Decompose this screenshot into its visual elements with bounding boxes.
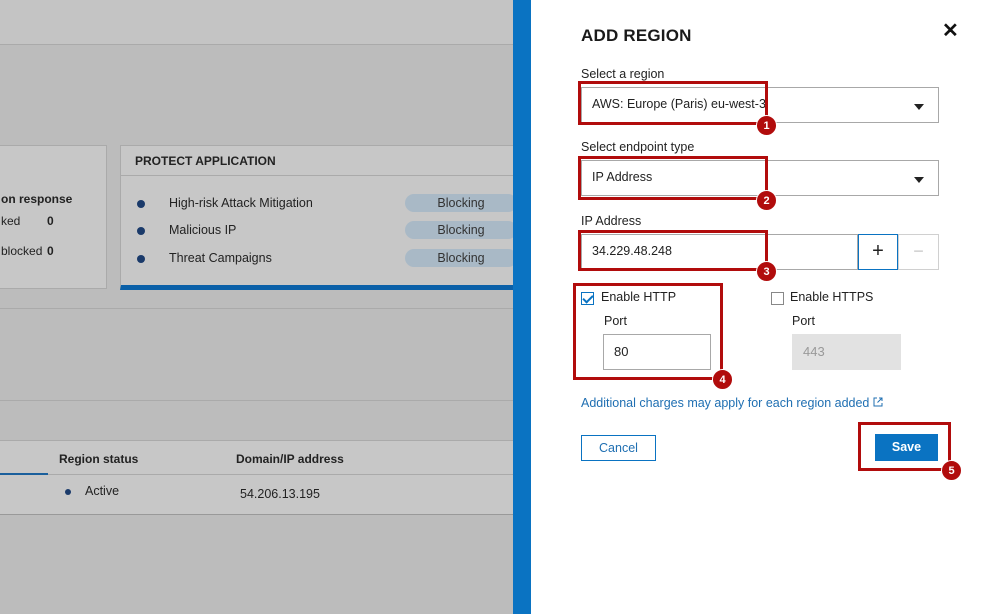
callout-number: 3 [756, 261, 777, 282]
callout-box-endpoint [578, 156, 768, 200]
callout-box-region [578, 81, 768, 125]
remove-ip-button[interactable]: − [898, 234, 939, 270]
divider [48, 474, 516, 475]
mitigation-response-card: on response ked 0 blocked 0 [0, 145, 107, 289]
panel-edge-strip [513, 0, 531, 614]
charges-link-text: Additional charges may apply for each re… [581, 396, 870, 410]
enable-https-checkbox[interactable] [771, 292, 784, 305]
protect-row: High-risk Attack Mitigation Blocking [137, 194, 516, 214]
enable-https-label: Enable HTTPS [790, 290, 874, 304]
callout-box-http [573, 283, 723, 380]
additional-charges-link[interactable]: Additional charges may apply for each re… [581, 396, 883, 410]
card-title: PROTECT APPLICATION [121, 146, 516, 176]
chevron-down-icon [914, 177, 924, 183]
callout-number: 5 [941, 460, 962, 481]
endpoint-type-label: Select endpoint type [581, 140, 695, 154]
status-badge: Blocking [405, 249, 516, 267]
divider [0, 308, 516, 309]
ip-address-label: IP Address [581, 214, 642, 228]
background-header [0, 0, 516, 45]
close-icon[interactable]: ✕ [942, 20, 959, 42]
row-label: blocked [1, 244, 43, 258]
external-link-icon [873, 397, 883, 407]
https-port-value: 443 [803, 344, 825, 359]
divider [0, 400, 516, 401]
add-ip-button[interactable]: + [858, 234, 898, 270]
domain-ip: 54.206.13.195 [240, 487, 320, 501]
row-label: ked [1, 214, 21, 228]
active-tab-indicator [0, 473, 48, 475]
bullet-icon [137, 227, 145, 235]
protect-row-label: Malicious IP [169, 223, 237, 237]
panel-title: ADD REGION [581, 26, 692, 45]
status-dot-icon [65, 489, 71, 495]
bullet-icon [137, 200, 145, 208]
callout-box-save [858, 422, 951, 471]
callout-number: 2 [756, 190, 777, 211]
status-badge: Blocking [405, 221, 516, 239]
row-value: 0 [47, 214, 54, 228]
regions-table: Region status Domain/IP address Active 5… [0, 440, 516, 515]
https-port-input[interactable]: 443 [792, 334, 901, 370]
card-heading: on response [1, 192, 73, 206]
protect-row-label: High-risk Attack Mitigation [169, 196, 313, 210]
callout-number: 4 [712, 369, 733, 390]
protect-application-card: PROTECT APPLICATION High-risk Attack Mit… [120, 145, 516, 290]
column-header: Domain/IP address [236, 452, 344, 466]
protect-row: Threat Campaigns Blocking [137, 249, 516, 269]
callout-box-ip [578, 230, 768, 271]
chevron-down-icon [914, 104, 924, 110]
callout-number: 1 [756, 115, 777, 136]
protect-row: Malicious IP Blocking [137, 221, 516, 241]
row-value: 0 [47, 244, 54, 258]
protect-row-label: Threat Campaigns [169, 251, 272, 265]
region-label: Select a region [581, 67, 665, 81]
bullet-icon [137, 255, 145, 263]
region-status: Active [85, 484, 120, 498]
status-badge: Blocking [405, 194, 516, 212]
add-region-panel: ADD REGION ✕ Select a region AWS: Europe… [531, 0, 984, 614]
cancel-button[interactable]: Cancel [581, 435, 656, 461]
column-header: Region status [59, 452, 139, 466]
background-page: on response ked 0 blocked 0 PROTECT APPL… [0, 0, 516, 614]
https-port-label: Port [792, 314, 815, 328]
